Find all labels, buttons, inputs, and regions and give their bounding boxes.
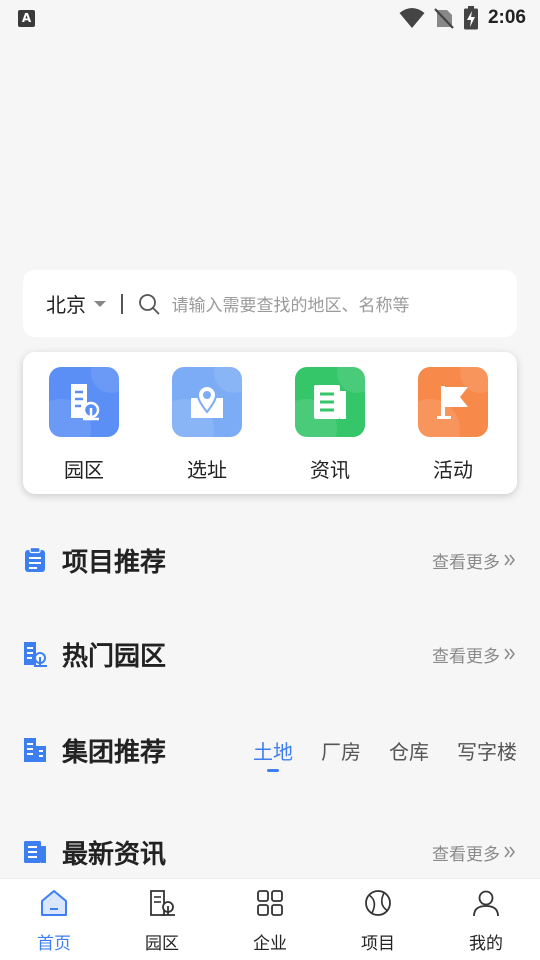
nav-label: 首页 — [37, 934, 71, 954]
battery-charging-icon — [463, 6, 478, 30]
category-label: 园区 — [64, 458, 104, 482]
enterprise-grid-icon — [254, 887, 286, 919]
news-icon — [22, 839, 48, 865]
nav-park[interactable]: 园区 — [108, 879, 216, 960]
group-tabs: 土地 厂房 仓库 写字楼 — [253, 736, 517, 765]
nav-label: 项目 — [361, 934, 395, 954]
search-bar[interactable]: 北京 请输入需要查找的地区、名称等 — [23, 270, 517, 337]
view-more-link[interactable]: 查看更多 — [432, 840, 516, 865]
tab-land[interactable]: 土地 — [253, 736, 293, 765]
category-label: 资讯 — [310, 458, 350, 482]
section-title: 项目推荐 — [62, 547, 167, 578]
caret-down-icon[interactable] — [94, 300, 106, 307]
park-building-icon — [49, 367, 119, 437]
nav-home[interactable]: 首页 — [0, 879, 108, 960]
view-more-label: 查看更多 — [432, 552, 500, 573]
park-building-icon — [22, 641, 48, 667]
search-icon — [138, 293, 159, 314]
status-bar: A 2:06 — [0, 0, 540, 36]
section-title: 集团推荐 — [62, 737, 167, 768]
nav-mine[interactable]: 我的 — [432, 879, 540, 960]
nav-label: 企业 — [253, 934, 287, 954]
no-sim-icon — [434, 8, 454, 29]
category-label: 选址 — [187, 458, 227, 482]
bottom-nav: 首页 园区 企业 项目 我的 — [0, 878, 540, 960]
category-activity[interactable]: 活动 — [408, 367, 498, 483]
profile-icon — [470, 887, 502, 919]
wifi-icon — [399, 8, 425, 28]
accessibility-a-icon: A — [18, 9, 35, 27]
tab-warehouse[interactable]: 仓库 — [389, 736, 429, 765]
category-park[interactable]: 园区 — [39, 367, 129, 483]
section-title: 最新资讯 — [62, 839, 167, 870]
category-label: 活动 — [433, 458, 473, 482]
category-news[interactable]: 资讯 — [285, 367, 375, 483]
double-chevron-right-icon — [504, 648, 515, 660]
view-more-link[interactable]: 查看更多 — [432, 642, 516, 667]
section-latest-news: 最新资讯 查看更多 — [0, 832, 540, 872]
view-more-label: 查看更多 — [432, 646, 500, 667]
nav-label: 园区 — [145, 934, 179, 954]
status-time: 2:06 — [487, 7, 526, 28]
flag-icon — [418, 367, 488, 437]
location-pin-icon — [172, 367, 242, 437]
tab-office[interactable]: 写字楼 — [457, 736, 517, 765]
building-icon — [22, 737, 48, 763]
nav-project[interactable]: 项目 — [324, 879, 432, 960]
city-selector[interactable]: 北京 — [46, 289, 86, 318]
nav-enterprise[interactable]: 企业 — [216, 879, 324, 960]
double-chevron-right-icon — [504, 846, 515, 858]
news-icon — [295, 367, 365, 437]
section-title: 热门园区 — [62, 641, 167, 672]
divider — [121, 293, 123, 314]
search-input[interactable]: 请输入需要查找的地区、名称等 — [172, 291, 410, 316]
nav-label: 我的 — [469, 934, 503, 954]
category-location[interactable]: 选址 — [162, 367, 252, 483]
section-group-recommend: 集团推荐 土地 厂房 仓库 写字楼 — [0, 730, 540, 770]
tab-factory[interactable]: 厂房 — [321, 736, 361, 765]
clipboard-icon — [22, 547, 48, 573]
double-chevron-right-icon — [504, 554, 515, 566]
section-project-recommend: 项目推荐 查看更多 — [0, 540, 540, 580]
view-more-link[interactable]: 查看更多 — [432, 548, 516, 573]
park-icon — [146, 887, 178, 919]
project-ball-icon — [362, 887, 394, 919]
view-more-label: 查看更多 — [432, 844, 500, 865]
category-card: 园区 选址 资讯 活动 — [23, 352, 517, 494]
home-icon — [38, 887, 70, 919]
section-hot-parks: 热门园区 查看更多 — [0, 634, 540, 674]
